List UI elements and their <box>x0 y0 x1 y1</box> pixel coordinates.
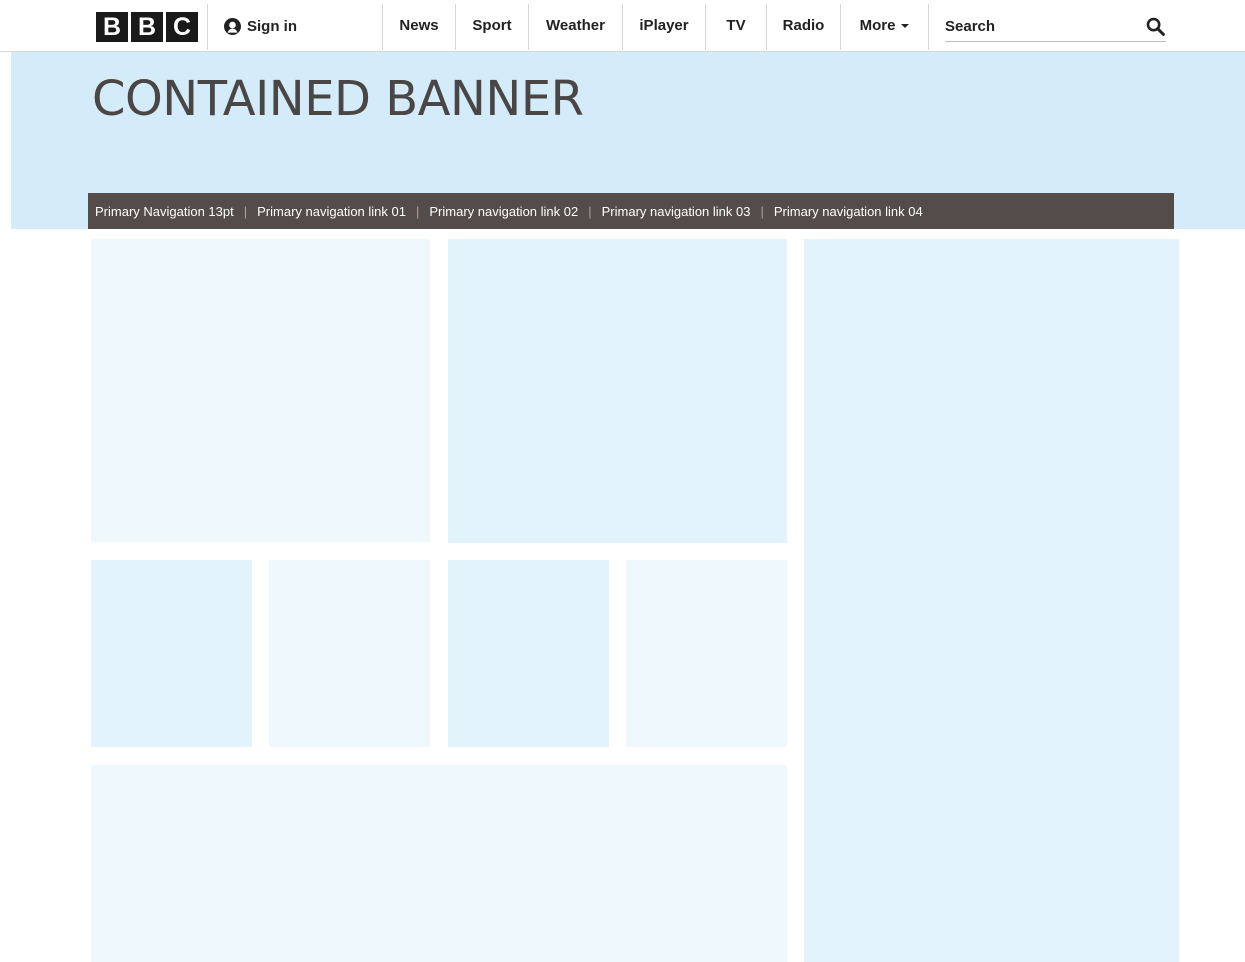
logo-block-c: C <box>166 12 198 42</box>
sign-in-label: Sign in <box>247 17 297 35</box>
nav-tv[interactable]: TV <box>706 4 766 50</box>
primary-nav-divider: | <box>760 203 764 219</box>
contained-banner: CONTAINED BANNER Primary Navigation 13pt… <box>11 52 1245 229</box>
nav-more[interactable]: More <box>841 4 928 50</box>
content-block-wide <box>91 765 787 962</box>
primary-nav-link-03[interactable]: Primary navigation link 03 <box>602 204 751 219</box>
header-divider <box>928 4 929 50</box>
logo-block-b1: B <box>96 12 128 42</box>
logo-block-b2: B <box>131 12 163 42</box>
nav-more-label: More <box>859 17 896 34</box>
nav-radio[interactable]: Radio <box>767 4 840 50</box>
search-box[interactable] <box>945 11 1166 42</box>
global-header: B B C Sign in News Sport Weather iPlayer… <box>0 0 1245 52</box>
nav-iplayer[interactable]: iPlayer <box>623 4 705 50</box>
user-icon <box>224 17 241 35</box>
nav-news[interactable]: News <box>383 4 455 50</box>
content-block-small-2 <box>269 560 430 747</box>
header-divider <box>207 4 208 50</box>
primary-nav-divider: | <box>415 203 420 219</box>
primary-nav-divider: | <box>243 203 248 219</box>
content-block-small-4 <box>626 560 787 747</box>
primary-nav-link-04[interactable]: Primary navigation link 04 <box>774 204 923 219</box>
nav-sport[interactable]: Sport <box>456 4 528 50</box>
content-block-small-1 <box>91 560 252 747</box>
content-block-large-2 <box>448 239 787 543</box>
primary-nav-label: Primary Navigation 13pt <box>95 203 234 219</box>
primary-nav-link-02[interactable]: Primary navigation link 02 <box>429 204 578 219</box>
nav-weather[interactable]: Weather <box>529 4 622 50</box>
primary-nav-divider: | <box>588 203 592 219</box>
banner-title: CONTAINED BANNER <box>92 71 584 127</box>
bbc-logo[interactable]: B B C <box>96 12 198 42</box>
primary-navigation: Primary Navigation 13pt | Primary naviga… <box>88 193 1174 229</box>
search-input[interactable] <box>945 11 1135 41</box>
chevron-down-icon <box>901 24 910 28</box>
search-icon[interactable] <box>1146 17 1165 36</box>
primary-nav-link-01[interactable]: Primary navigation link 01 <box>257 204 406 219</box>
sign-in-link[interactable]: Sign in <box>224 13 297 39</box>
content-block-small-3 <box>448 560 609 747</box>
content-block-large-1 <box>91 239 430 542</box>
sidebar-block <box>804 239 1179 962</box>
